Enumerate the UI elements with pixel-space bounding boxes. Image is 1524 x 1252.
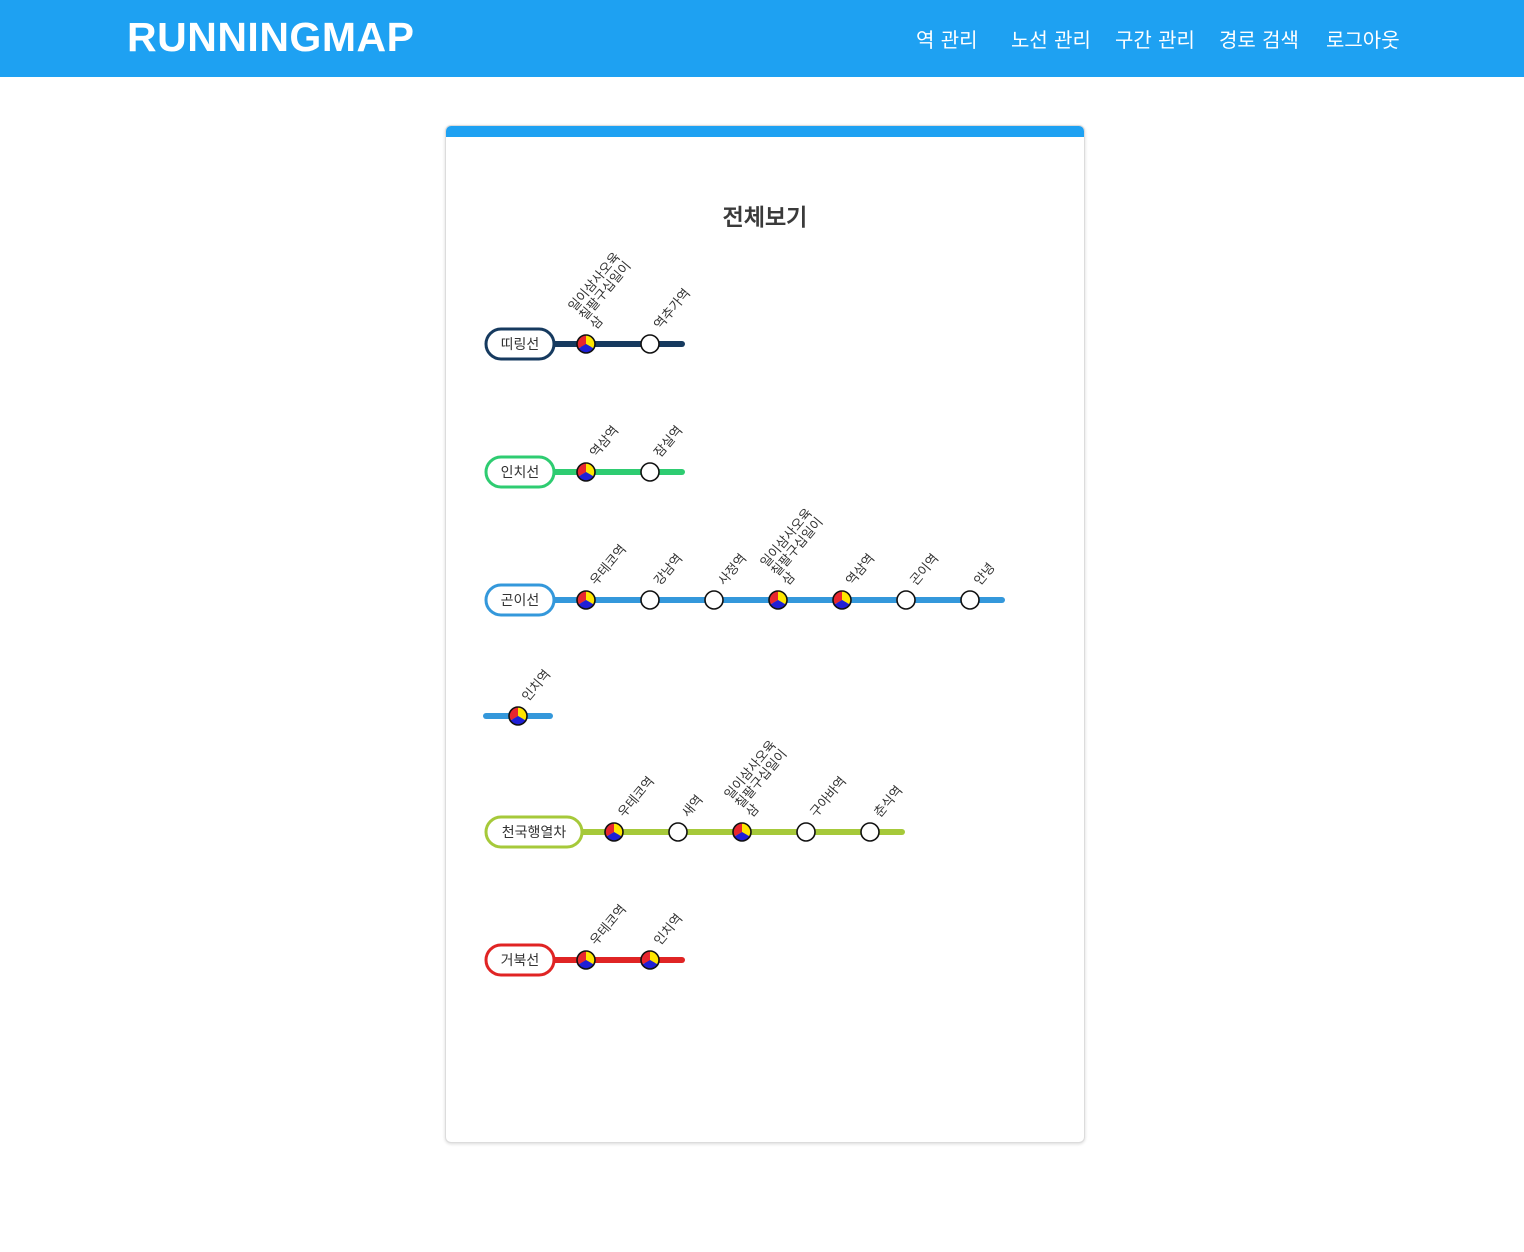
- station-label: 일이삼사오육칠팔구십일이삼: [722, 738, 801, 821]
- station: 일이삼사오육칠팔구십일이삼: [758, 506, 837, 610]
- station-label: 잠실역: [652, 423, 687, 460]
- station-label: 우테코역: [616, 774, 658, 820]
- nav-logout[interactable]: 로그아웃: [1326, 24, 1400, 53]
- brand-logo[interactable]: RUNNINGMAP: [127, 14, 414, 61]
- station-marker: [796, 822, 816, 842]
- nav-path-search[interactable]: 경로 검색: [1219, 24, 1299, 53]
- station-label: 역삼역: [588, 423, 623, 460]
- station: 일이삼사오육칠팔구십일이삼: [722, 738, 801, 842]
- station-label: 곤이역: [908, 551, 943, 588]
- nav-line-manage[interactable]: 노선 관리: [1011, 24, 1091, 53]
- station-label: 새역: [680, 793, 707, 821]
- line-name-label: 천국행열차: [502, 825, 567, 841]
- station: 일이삼사오육칠팔구십일이삼: [566, 250, 645, 354]
- station-label: 일이삼사오육칠팔구십일이삼: [758, 506, 837, 589]
- top-navbar: RUNNINGMAP 역 관리 노선 관리 구간 관리 경로 검색 로그아웃: [0, 0, 1524, 77]
- line-name-label: 거북선: [501, 953, 540, 969]
- station-marker: [640, 462, 660, 482]
- station-marker: [704, 590, 724, 610]
- station-label: 역추가역: [652, 286, 694, 332]
- line-group: 거북선 우테코역 인치역: [484, 902, 687, 977]
- nav-station-manage[interactable]: 역 관리: [916, 24, 978, 53]
- line-group: 띠링선 일이삼사오육칠팔구십일이삼 역추가역: [484, 250, 694, 361]
- line-group: 천국행열차 우테코역 새역 일이삼사오육칠팔구십일이삼 구아바역 춘식역: [484, 738, 907, 849]
- station-label: 우테코역: [588, 902, 630, 948]
- station-label: 춘식역: [872, 783, 907, 820]
- subway-map: 띠링선일이삼사오육칠팔구십일이삼 역추가역인치선역삼역 잠실역곤이선우테코역 강남역 사…: [483, 250, 1005, 977]
- station-marker: [640, 590, 660, 610]
- line-name-label: 곤이선: [501, 593, 540, 609]
- nav-section-manage[interactable]: 구간 관리: [1115, 24, 1195, 53]
- station-label: 안녕: [972, 561, 999, 589]
- subway-map-card: 전체보기 띠링선 일이삼사오육칠팔구십일이삼 역추가역 인치선 역삼역 잠실역 곤이선 우테코…: [445, 125, 1085, 1143]
- station-marker: [896, 590, 916, 610]
- station-label: 구아바역: [808, 774, 850, 820]
- line-name-label: 인치선: [501, 465, 540, 481]
- line-group: 인치역: [483, 667, 555, 726]
- station-label: 인치역: [520, 667, 555, 704]
- station-label: 강남역: [652, 551, 687, 588]
- station-marker: [960, 590, 980, 610]
- station-marker: [668, 822, 688, 842]
- station-marker: [640, 334, 660, 354]
- station-marker: [860, 822, 880, 842]
- station-label: 인치역: [652, 911, 687, 948]
- line-group: 곤이선 우테코역 강남역 사정역 일이삼사오육칠팔구십일이삼 역삼역 곤이역 안녕: [484, 506, 1005, 617]
- line-name-label: 띠링선: [501, 337, 540, 353]
- station-label: 일이삼사오육칠팔구십일이삼: [566, 250, 645, 333]
- station-label: 사정역: [716, 551, 751, 588]
- station-label: 역삼역: [844, 551, 879, 588]
- station-label: 우테코역: [588, 542, 630, 588]
- line-group: 인치선 역삼역 잠실역: [484, 423, 687, 489]
